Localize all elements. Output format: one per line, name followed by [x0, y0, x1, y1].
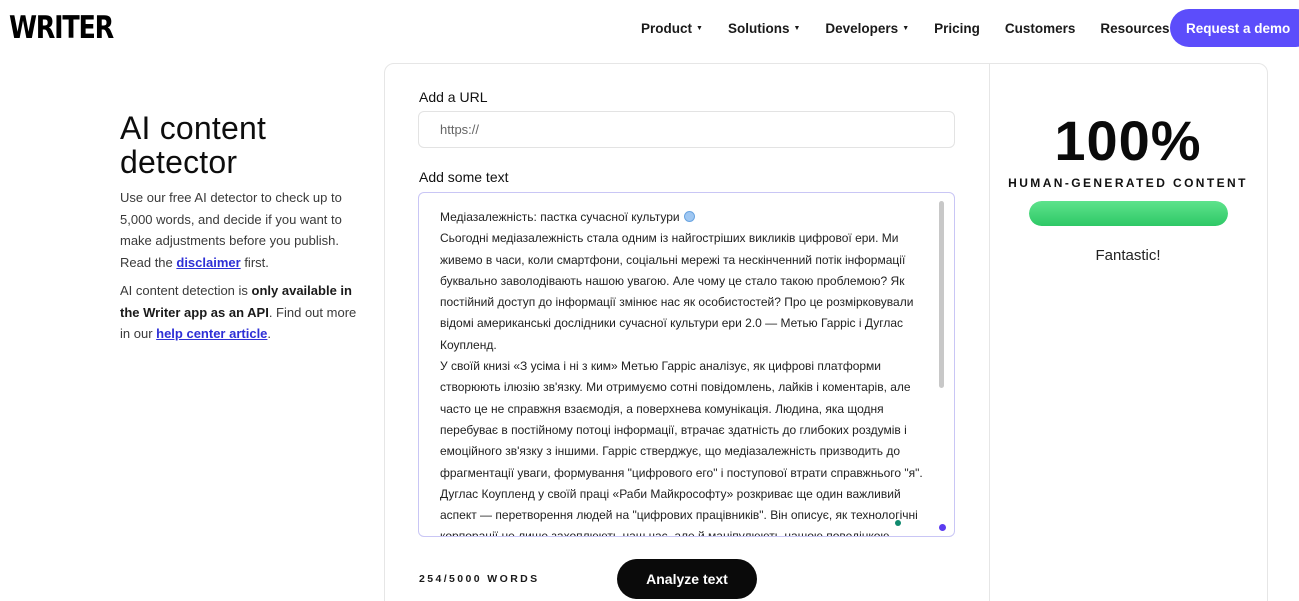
disclaimer-link[interactable]: disclaimer [176, 255, 240, 270]
text-input-area[interactable]: Медіазалежність: пастка сучасної культур… [418, 192, 955, 537]
nav-item-label: Developers [825, 20, 899, 36]
analyze-text-button[interactable]: Analyze text [617, 559, 757, 599]
assistant-indicator-icon[interactable] [939, 524, 946, 531]
nav-item-resources[interactable]: Resources ▼ [1100, 21, 1180, 36]
grammar-indicator-icon[interactable] [895, 520, 901, 526]
text-paragraph: Сьогодні медіазалежність стала одним із … [440, 231, 914, 352]
nav-item-product[interactable]: Product ▼ [641, 21, 703, 36]
nav-item-label: Solutions [727, 20, 790, 36]
nav-item-pricing[interactable]: Pricing [934, 21, 980, 36]
nav-item-label: Pricing [934, 20, 980, 36]
nav-item-label: Customers [1004, 20, 1076, 36]
card-divider [989, 63, 990, 601]
page-title: AI content detector [120, 110, 267, 180]
intro-api-note: AI content detection is only available i… [120, 280, 360, 345]
text-title: Медіазалежність: пастка сучасної культур… [440, 210, 680, 224]
caret-down-icon: ▼ [793, 24, 801, 32]
caret-down-icon: ▼ [902, 24, 910, 32]
nav-item-developers[interactable]: Developers ▼ [825, 21, 909, 36]
caret-down-icon: ▼ [696, 24, 703, 32]
intro-description: Use our free AI detector to check up to … [120, 187, 360, 273]
nav-item-solutions[interactable]: Solutions ▼ [728, 21, 800, 36]
score-bar [1029, 201, 1228, 226]
text-label: Add some text [419, 169, 509, 185]
text-paragraph: Дуглас Коупленд у своїй праці «Раби Майк… [440, 486, 918, 537]
main-nav: Product ▼ Solutions ▼ Developers ▼ Prici… [641, 18, 1180, 38]
intro-text: first. [240, 254, 269, 270]
text-scrollbar[interactable] [939, 201, 944, 388]
word-count: 254/5000 WORDS [419, 573, 540, 585]
url-input[interactable] [418, 111, 955, 148]
nav-item-label: Product [641, 20, 693, 36]
writer-logo[interactable]: WRITER [9, 10, 114, 46]
help-center-link[interactable]: help center article [156, 326, 267, 341]
score-bar-fill [1029, 201, 1228, 226]
score-value: 100% [1054, 109, 1202, 172]
text-content[interactable]: Медіазалежність: пастка сучасної культур… [440, 207, 930, 537]
intro-text: . [267, 326, 272, 341]
globe-icon [683, 211, 695, 222]
nav-item-label: Resources [1100, 20, 1170, 36]
request-demo-button[interactable]: Request a demo [1170, 9, 1299, 47]
intro-text: AI content detection is [120, 283, 252, 298]
score-verdict: Fantastic! [1095, 247, 1161, 264]
url-label: Add a URL [419, 89, 488, 105]
nav-item-customers[interactable]: Customers [1005, 21, 1076, 36]
text-paragraph: У своїй книзі «З усіма і ні з ким» Метью… [440, 359, 923, 480]
score-label: HUMAN-GENERATED CONTENT [1008, 176, 1248, 190]
